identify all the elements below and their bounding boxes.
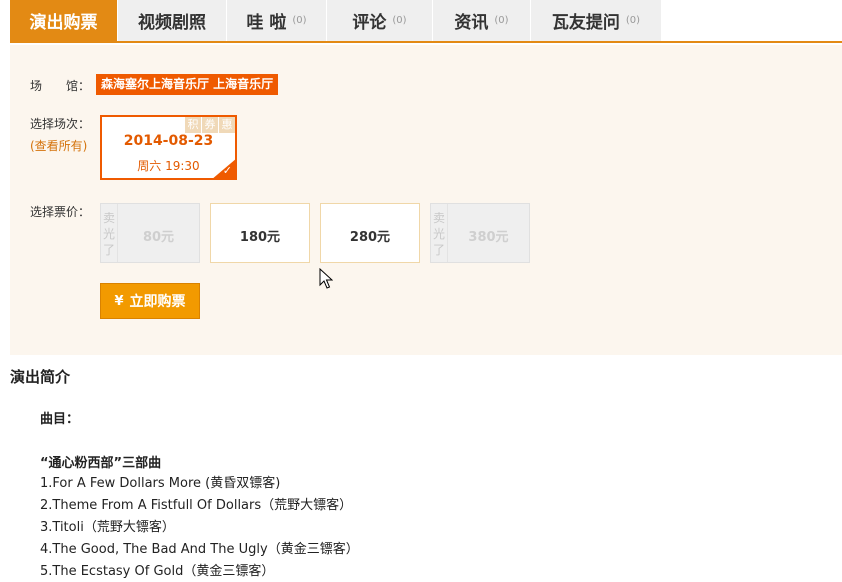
tab-label: 视频剧照 xyxy=(138,13,206,33)
price-option-380[interactable]: 卖光了 380元 xyxy=(430,203,530,263)
tab-videos-photos[interactable]: 视频剧照 xyxy=(118,0,227,41)
tab-label: 资讯 xyxy=(454,13,489,33)
tab-count: (0) xyxy=(292,15,307,26)
tab-news[interactable]: 资讯 (0) xyxy=(433,0,531,41)
tab-questions[interactable]: 瓦友提问 (0) xyxy=(531,0,662,41)
list-item: 4.The Good, The Bad And The Ugly（黄金三镖客） xyxy=(40,542,359,557)
tab-comments[interactable]: 评论 (0) xyxy=(327,0,433,41)
coupon-badge: 券 xyxy=(202,117,218,133)
venue-name-tag: 森海塞尔上海音乐厅 上海音乐厅 xyxy=(96,74,279,95)
intro-title: 演出简介 xyxy=(10,368,71,386)
list-item: 2.Theme From A Fistfull Of Dollars（荒野大镖客… xyxy=(40,498,353,513)
view-all-sessions-link[interactable]: (查看所有) xyxy=(30,137,87,154)
tab-buy-tickets[interactable]: 演出购票 xyxy=(10,0,118,41)
buy-now-button[interactable]: ¥ 立即购票 xyxy=(100,283,200,319)
price-value: 80元 xyxy=(142,230,175,245)
ticket-panel: 场 馆： 森海塞尔上海音乐厅 上海音乐厅 选择场次： (查看所有) 积 券 惠 … xyxy=(10,45,842,355)
session-date: 2014-08-23 xyxy=(123,133,214,149)
list-item: 5.The Ecstasy Of Gold（黄金三镖客） xyxy=(40,564,275,579)
price-value: 180元 xyxy=(239,230,281,245)
tab-wala[interactable]: 哇 啦 (0) xyxy=(227,0,327,41)
list-item: 1.For A Few Dollars More (黄昏双镖客) xyxy=(40,476,281,491)
tab-label: 评论 xyxy=(352,13,387,33)
discount-badge: 惠 xyxy=(219,117,235,133)
suite-title: “通心粉西部”三部曲 xyxy=(40,456,162,471)
tab-count: (0) xyxy=(392,15,407,26)
tab-bar: 演出购票 视频剧照 哇 啦 (0) 评论 (0) 资讯 (0) 瓦友提问 (0) xyxy=(10,0,842,43)
session-label: 选择场次： xyxy=(30,117,91,131)
session-badges: 积 券 惠 xyxy=(184,117,235,133)
price-value: 280元 xyxy=(349,230,391,245)
points-badge: 积 xyxy=(185,117,201,133)
tab-label: 哇 啦 xyxy=(246,13,287,33)
tab-count: (0) xyxy=(494,15,509,26)
tab-label: 演出购票 xyxy=(29,13,98,33)
price-option-180[interactable]: 180元 xyxy=(210,203,310,263)
venue-label: 场 馆： xyxy=(30,79,91,93)
price-option-80[interactable]: 卖光了 80元 xyxy=(100,203,200,263)
mouse-cursor-icon xyxy=(319,268,333,289)
price-option-280[interactable]: 280元 xyxy=(320,203,420,263)
check-icon: ✓ xyxy=(222,164,232,177)
list-item: 3.Titoli（荒野大镖客） xyxy=(40,520,175,535)
track-list: 1.For A Few Dollars More (黄昏双镖客) 2.Theme… xyxy=(40,473,359,582)
buy-now-label: 立即购票 xyxy=(129,294,186,310)
tab-count: (0) xyxy=(625,15,641,26)
tab-label: 瓦友提问 xyxy=(551,13,620,33)
price-value: 380元 xyxy=(468,230,509,245)
price-label: 选择票价： xyxy=(30,205,91,219)
yen-icon: ¥ xyxy=(114,293,124,309)
session-option-selected[interactable]: 积 券 惠 2014-08-23 周六 19:30 ✓ xyxy=(100,115,237,180)
program-label: 曲目： xyxy=(40,412,80,427)
